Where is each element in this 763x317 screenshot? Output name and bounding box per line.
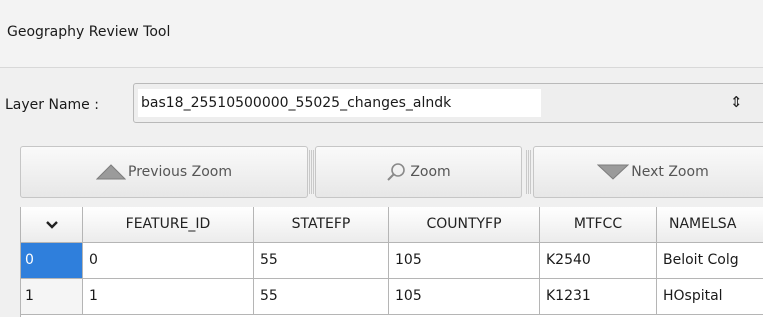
chevron-down-icon: [46, 221, 58, 229]
column-header-feature-id[interactable]: FEATURE_ID: [83, 207, 254, 243]
up-triangle-icon: [96, 164, 126, 180]
magnifier-icon: [387, 163, 406, 181]
up-down-arrows-icon[interactable]: ⇕: [730, 93, 743, 111]
window-title: Geography Review Tool: [7, 24, 171, 40]
next-zoom-label: Next Zoom: [631, 164, 709, 180]
column-header-namelsa[interactable]: NAMELSA: [657, 207, 763, 243]
column-menu-button[interactable]: [21, 207, 83, 243]
table-cell[interactable]: K1231: [540, 279, 657, 315]
row-header[interactable]: 1: [21, 279, 83, 315]
table-cell[interactable]: 105: [389, 243, 540, 279]
down-triangle-icon: [597, 164, 630, 180]
layer-name-select[interactable]: bas18_25510500000_55025_changes_alndk ⇕: [133, 83, 763, 123]
layer-name-value[interactable]: bas18_25510500000_55025_changes_alndk: [138, 89, 541, 117]
table-cell[interactable]: 1: [83, 279, 254, 315]
row-header[interactable]: 0: [21, 243, 83, 279]
layer-name-label: Layer Name :: [5, 97, 99, 113]
zoom-label: Zoom: [410, 164, 451, 180]
next-zoom-button[interactable]: Next Zoom: [533, 146, 763, 198]
column-header-countyfp[interactable]: COUNTYFP: [389, 207, 540, 243]
table-cell[interactable]: 0: [83, 243, 254, 279]
column-header-mtfcc[interactable]: MTFCC: [540, 207, 657, 243]
zoom-button[interactable]: Zoom: [315, 146, 522, 198]
previous-zoom-label: Previous Zoom: [128, 164, 232, 180]
table-cell[interactable]: 55: [254, 243, 389, 279]
table-cell[interactable]: Beloit Colg: [657, 243, 763, 279]
table-cell[interactable]: HOspital: [657, 279, 763, 315]
toolbar-separator: [309, 150, 314, 194]
column-header-statefp[interactable]: STATEFP: [254, 207, 389, 243]
attribute-table: FEATURE_ID STATEFP COUNTYFP MTFCC NAMELS…: [20, 207, 763, 317]
previous-zoom-button[interactable]: Previous Zoom: [20, 146, 308, 198]
table-cell[interactable]: K2540: [540, 243, 657, 279]
title-bar: Geography Review Tool: [0, 0, 763, 68]
toolbar-separator: [526, 150, 531, 194]
table-cell[interactable]: 55: [254, 279, 389, 315]
table-cell[interactable]: 105: [389, 279, 540, 315]
